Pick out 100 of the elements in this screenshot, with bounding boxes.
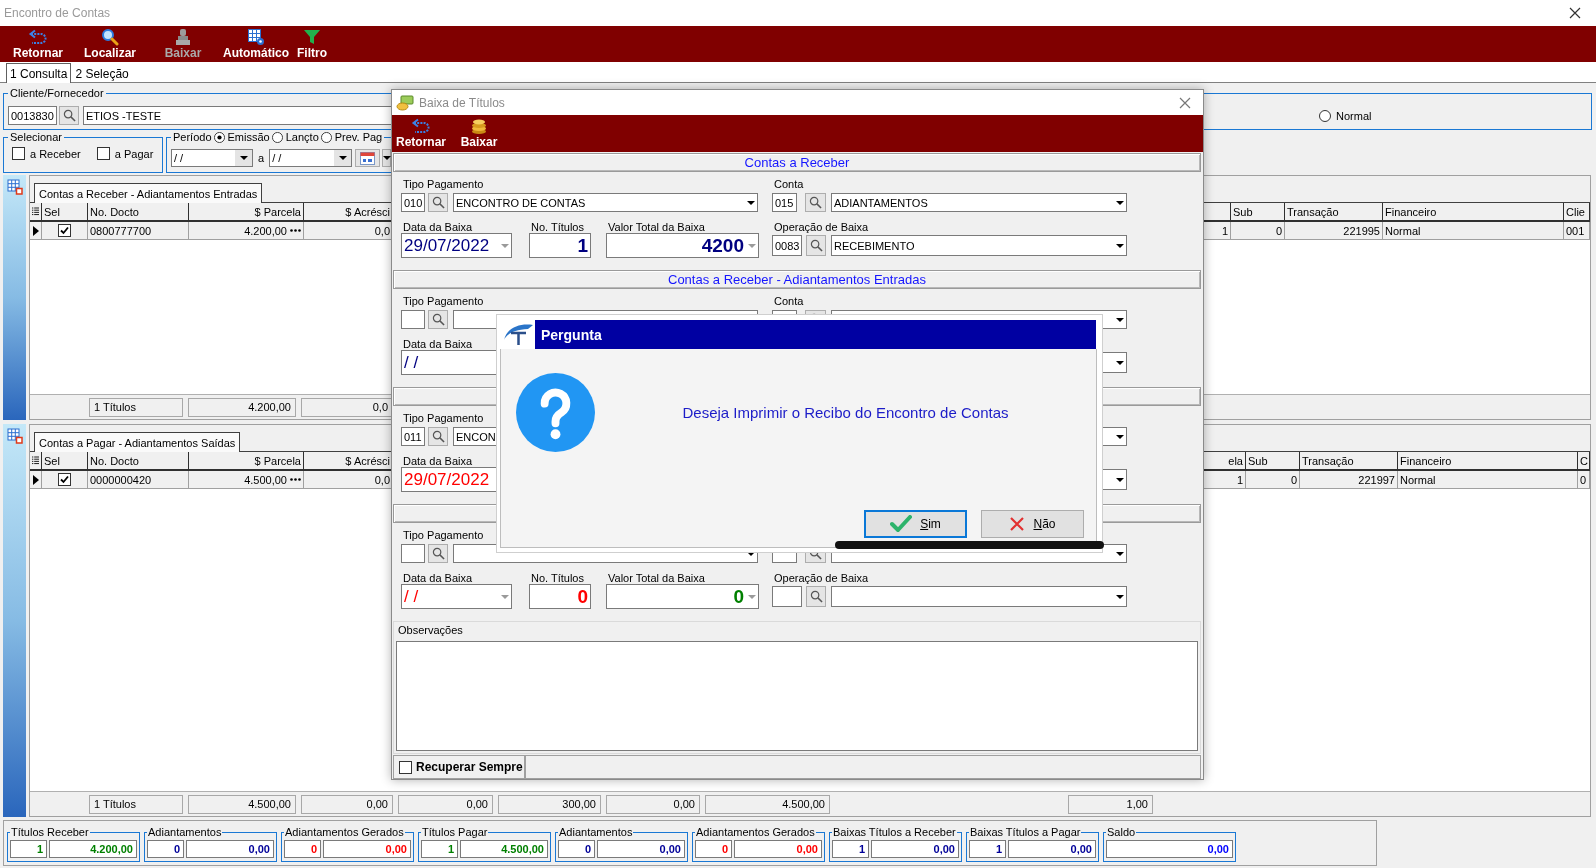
dropdown-button[interactable] bbox=[382, 149, 392, 167]
cancel-button[interactable]: Não bbox=[981, 510, 1084, 538]
search-button[interactable] bbox=[428, 427, 448, 446]
search-icon bbox=[431, 313, 445, 326]
date-field[interactable]: / / bbox=[269, 149, 353, 167]
code-field[interactable] bbox=[401, 544, 425, 563]
date-field[interactable]: / / bbox=[401, 350, 497, 375]
dropdown-arrow-icon bbox=[239, 156, 248, 160]
column-header: ela bbox=[1204, 452, 1246, 471]
code-field[interactable] bbox=[772, 586, 802, 607]
table-cell: 1 bbox=[1204, 471, 1246, 489]
dropdown-field[interactable]: ADIANTAMENTOS bbox=[831, 193, 1127, 212]
grid-tab[interactable]: Contas a Receber - Adiantamentos Entradas bbox=[34, 183, 263, 203]
toolbar-button[interactable]: Localizar bbox=[80, 26, 140, 62]
search-button[interactable] bbox=[428, 193, 448, 212]
dropdown-button[interactable] bbox=[334, 150, 352, 166]
checkbox[interactable] bbox=[58, 473, 71, 486]
date-field[interactable]: 29/07/2022 bbox=[401, 233, 512, 258]
dropdown-field[interactable]: RECEBIMENTO bbox=[831, 235, 1127, 256]
radio-button[interactable] bbox=[1319, 109, 1331, 122]
column-header: Sel bbox=[42, 452, 88, 471]
dropdown-field[interactable] bbox=[831, 586, 1127, 607]
date-field[interactable]: / / bbox=[171, 149, 253, 167]
field-label: No. Títulos bbox=[531, 220, 584, 234]
search-button[interactable] bbox=[428, 544, 448, 563]
dropdown-arrow-icon bbox=[1116, 551, 1124, 556]
toolbar-button[interactable]: Retornar bbox=[395, 115, 447, 152]
table-cell: Normal bbox=[1383, 222, 1564, 240]
code-field[interactable]: 010 bbox=[401, 193, 425, 212]
text-area[interactable] bbox=[396, 641, 1198, 751]
code-field[interactable]: 015 bbox=[772, 193, 797, 212]
field-label: Valor Total da Baixa bbox=[608, 220, 705, 234]
toolbar-button[interactable]: Baixar bbox=[459, 115, 499, 152]
group-label: Baixas Títulos a Pagar bbox=[969, 826, 1082, 839]
row-pointer-icon bbox=[32, 474, 39, 485]
number-field[interactable]: 0 bbox=[606, 584, 759, 609]
dropdown-arrow-icon bbox=[1116, 477, 1124, 482]
date-field[interactable]: / / bbox=[401, 584, 512, 609]
dropdown-arrow-icon bbox=[1116, 434, 1124, 439]
column-header: Financeiro bbox=[1398, 452, 1578, 471]
toolbar-button[interactable]: Automático bbox=[218, 26, 294, 62]
dropdown-arrow-icon bbox=[338, 156, 347, 160]
calendar-button[interactable] bbox=[355, 149, 381, 167]
tab[interactable]: 1 Consulta bbox=[6, 63, 72, 83]
total-field: 0,00 bbox=[734, 840, 822, 858]
column-header: Sub bbox=[1231, 203, 1285, 222]
code-field[interactable]: 0083 bbox=[772, 235, 802, 256]
group-label: Adiantamentos Gerados bbox=[695, 826, 816, 839]
radio-button[interactable] bbox=[320, 132, 332, 143]
group-label: Títulos Pagar bbox=[421, 826, 489, 839]
money-icon bbox=[396, 94, 414, 111]
checkbox[interactable] bbox=[12, 147, 25, 160]
search-button[interactable] bbox=[59, 106, 79, 125]
radio-button[interactable] bbox=[271, 132, 283, 143]
table-cell: 1 bbox=[1204, 222, 1231, 240]
column-header: Financeiro bbox=[1383, 203, 1564, 222]
checkbox[interactable] bbox=[96, 147, 110, 160]
dropdown-field[interactable] bbox=[1101, 352, 1127, 373]
checkbox[interactable] bbox=[399, 760, 412, 774]
total-field: 4.200,00 bbox=[188, 397, 296, 417]
column-header: No. Docto bbox=[88, 452, 189, 471]
total-field: 300,00 bbox=[498, 794, 601, 814]
table-cell: 001 bbox=[1564, 222, 1590, 240]
code-field[interactable]: 0013830 bbox=[8, 106, 57, 125]
number-field[interactable]: 4200 bbox=[606, 233, 759, 258]
total-field: 4.500,00 bbox=[460, 840, 548, 858]
search-icon bbox=[431, 196, 445, 209]
search-button[interactable] bbox=[428, 310, 448, 329]
dropdown-button[interactable] bbox=[235, 150, 252, 166]
dropdown-field[interactable] bbox=[1101, 427, 1127, 446]
table-cell: 0000000420 bbox=[88, 471, 189, 489]
search-icon bbox=[809, 590, 823, 603]
grid-tab[interactable]: Contas a Pagar - Adiantamentos Saídas bbox=[34, 432, 241, 452]
group-label: Período bbox=[173, 131, 212, 144]
checkbox[interactable] bbox=[58, 224, 71, 237]
code-field[interactable] bbox=[401, 310, 425, 329]
search-button[interactable] bbox=[806, 586, 826, 607]
dropdown-arrow-icon bbox=[382, 156, 391, 160]
dropdown-field[interactable]: ENCONTRO DE CONTAS bbox=[453, 193, 758, 212]
dropdown-field[interactable] bbox=[1101, 469, 1127, 490]
dropdown-arrow-icon bbox=[1116, 317, 1124, 322]
number-field[interactable]: 0 bbox=[529, 584, 591, 609]
ellipsis-icon bbox=[290, 229, 301, 232]
name-field[interactable]: ETIOS -TESTE bbox=[83, 106, 393, 125]
dropdown-field[interactable]: ENCON bbox=[453, 427, 497, 446]
number-field[interactable]: 1 bbox=[529, 233, 591, 258]
code-field[interactable]: 011 bbox=[401, 427, 425, 446]
search-button[interactable] bbox=[806, 235, 826, 256]
table-cell: Normal bbox=[1398, 471, 1578, 489]
dialog-title: Baixa de Títulos bbox=[419, 95, 505, 110]
calendar-icon bbox=[360, 151, 376, 165]
column-header: $ Acrésci bbox=[304, 452, 393, 471]
column-header: Sub bbox=[1246, 452, 1300, 471]
toolbar-button[interactable]: Retornar bbox=[8, 26, 68, 62]
confirm-button[interactable]: Sim bbox=[864, 510, 967, 538]
search-button[interactable] bbox=[805, 193, 826, 212]
count-field: 0 bbox=[284, 840, 321, 858]
toolbar-button[interactable]: Filtro bbox=[294, 26, 330, 62]
date-field[interactable]: 29/07/2022 bbox=[401, 467, 497, 492]
radio-button[interactable] bbox=[213, 132, 225, 143]
